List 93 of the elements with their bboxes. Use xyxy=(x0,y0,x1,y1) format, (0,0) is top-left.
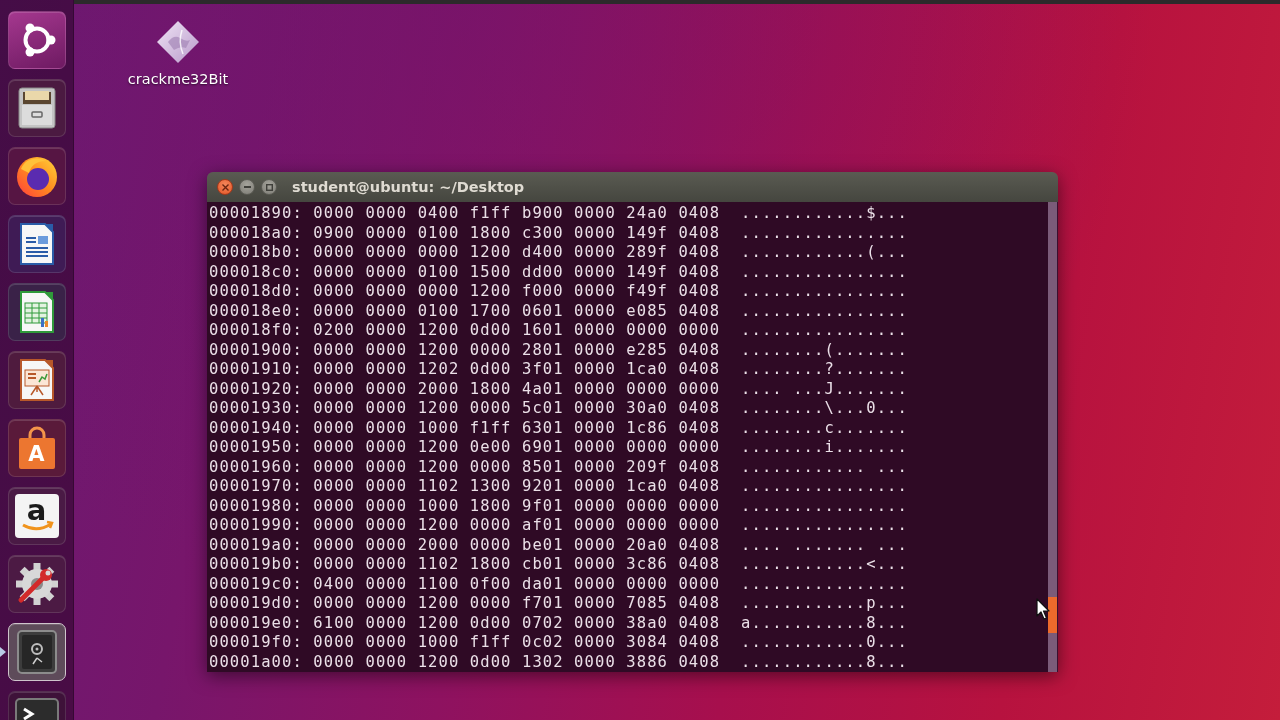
ascii-text: ............$... xyxy=(741,204,908,223)
hex-offset: 00001a00: xyxy=(209,652,303,671)
hex-offset: 00001960: xyxy=(209,457,303,476)
hex-bytes: 6100 0000 1200 0d00 0702 0000 38a0 0408 xyxy=(313,613,721,632)
hex-bytes: 0000 0000 1000 f1ff 6301 0000 1c86 0408 xyxy=(313,418,721,437)
hex-bytes: 0000 0000 1200 0000 f701 0000 7085 0408 xyxy=(313,594,721,613)
ascii-text: ........?....... xyxy=(741,360,908,379)
hex-bytes: 0000 0000 0000 1200 f000 0000 f49f 0408 xyxy=(313,282,721,301)
hex-bytes: 0000 0000 1102 1300 9201 0000 1ca0 0408 xyxy=(313,477,721,496)
hex-offset: 000018a0: xyxy=(209,223,303,242)
ascii-text: ................ xyxy=(741,282,908,301)
hex-bytes: 0000 0000 1200 0000 5c01 0000 30a0 0408 xyxy=(313,399,721,418)
close-icon xyxy=(221,183,229,191)
hex-offset: 000019d0: xyxy=(209,594,303,613)
ascii-text: a...........8... xyxy=(741,613,908,632)
ascii-text: ............(... xyxy=(741,243,908,262)
hex-bytes: 0000 0000 0400 f1ff b900 0000 24a0 0408 xyxy=(313,204,721,223)
hex-bytes: 0000 0000 1202 0d00 3f01 0000 1ca0 0408 xyxy=(313,360,721,379)
hex-offset: 000019e0: xyxy=(209,613,303,632)
ascii-text: ................ xyxy=(741,301,908,320)
ascii-text: .... ...J....... xyxy=(741,379,908,398)
hex-bytes: 0000 0000 1200 0e00 6901 0000 0000 0000 xyxy=(313,438,721,457)
hex-bytes: 0000 0000 0100 1500 dd00 0000 149f 0408 xyxy=(313,262,721,281)
ascii-text: ................ xyxy=(741,574,908,593)
launcher-item[interactable]: a xyxy=(7,487,66,545)
hex-offset: 00001890: xyxy=(209,204,303,223)
text-document-icon xyxy=(18,222,55,266)
minimize-icon xyxy=(243,186,251,188)
hex-bytes: 0200 0000 1200 0d00 1601 0000 0000 0000 xyxy=(313,321,721,340)
mouse-pointer-icon xyxy=(1036,598,1050,620)
hex-bytes: 0900 0000 0100 1800 c300 0000 149f 0408 xyxy=(313,223,721,242)
ascii-text: ............p... xyxy=(741,594,908,613)
launcher-item[interactable] xyxy=(7,623,66,681)
hex-bytes: 0000 0000 1000 f1ff 0c02 0000 3084 0408 xyxy=(313,633,721,652)
hex-bytes: 0000 0000 0000 1200 d400 0000 289f 0408 xyxy=(313,243,721,262)
hex-bytes: 0000 0000 1200 0000 8501 0000 209f 0408 xyxy=(313,457,721,476)
maximize-icon xyxy=(265,183,273,191)
ascii-text: ................ xyxy=(741,262,908,281)
hex-offset: 000018c0: xyxy=(209,262,303,281)
ascii-text: ................ xyxy=(741,516,908,535)
hex-offset: 000018e0: xyxy=(209,301,303,320)
minimize-button[interactable] xyxy=(239,179,255,195)
hex-bytes: 0000 0000 0100 1700 0601 0000 e085 0408 xyxy=(313,301,721,320)
gear-wrench-icon xyxy=(14,562,59,606)
hex-offset: 000018b0: xyxy=(209,243,303,262)
hex-bytes: 0000 0000 1200 0000 af01 0000 0000 0000 xyxy=(313,516,721,535)
ascii-text: ............8... xyxy=(741,652,908,671)
ascii-text: ........\...0... xyxy=(741,399,908,418)
ascii-text: .... ....... ... xyxy=(741,535,908,554)
hex-offset: 00001910: xyxy=(209,360,303,379)
spreadsheet-icon xyxy=(18,290,55,334)
hex-bytes: 0000 0000 2000 1800 4a01 0000 0000 0000 xyxy=(313,379,721,398)
ascii-text: ................ xyxy=(741,223,908,242)
ascii-text: ................ xyxy=(741,321,908,340)
hex-offset: 000019c0: xyxy=(209,574,303,593)
desktop-shortcut[interactable]: crackme32Bit xyxy=(118,20,238,88)
ascii-text: ............0... xyxy=(741,633,908,652)
hex-bytes: 0000 0000 2000 0000 be01 0000 20a0 0408 xyxy=(313,535,721,554)
diamond-file-icon xyxy=(156,20,200,64)
hex-bytes: 0000 0000 1200 0d00 1302 0000 3886 0408 xyxy=(313,652,721,671)
hex-offset: 00001920: xyxy=(209,379,303,398)
safe-icon xyxy=(16,630,57,674)
maximize-button[interactable] xyxy=(261,179,277,195)
ascii-text: ............ ... xyxy=(741,457,908,476)
hex-offset: 00001990: xyxy=(209,516,303,535)
hex-offset: 000018d0: xyxy=(209,282,303,301)
ascii-text: ........i....... xyxy=(741,438,908,457)
ascii-text: ............<... xyxy=(741,555,908,574)
hex-offset: 000019f0: xyxy=(209,633,303,652)
hex-bytes: 0000 0000 1000 1800 9f01 0000 0000 0000 xyxy=(313,496,721,515)
ascii-text: ........c....... xyxy=(741,418,908,437)
presentation-icon xyxy=(18,358,55,402)
flame-globe-icon xyxy=(14,154,59,198)
hex-bytes: 0000 0000 1102 1800 cb01 0000 3c86 0408 xyxy=(313,555,721,574)
window-title: student@ubuntu: ~/Desktop xyxy=(292,179,525,195)
scrollbar-thumb[interactable] xyxy=(1048,597,1057,633)
hex-offset: 00001940: xyxy=(209,418,303,437)
hex-offset: 000019a0: xyxy=(209,535,303,554)
hex-bytes: 0400 0000 1100 0f00 da01 0000 0000 0000 xyxy=(313,574,721,593)
ascii-text: ................ xyxy=(741,477,908,496)
ascii-text: ........(....... xyxy=(741,340,908,359)
hex-offset: 00001950: xyxy=(209,438,303,457)
hex-bytes: 0000 0000 1200 0000 2801 0000 e285 0408 xyxy=(313,340,721,359)
hex-offset: 000018f0: xyxy=(209,321,303,340)
hex-offset: 00001900: xyxy=(209,340,303,359)
hex-offset: 00001980: xyxy=(209,496,303,515)
hex-offset: 00001970: xyxy=(209,477,303,496)
shopping-bag-icon xyxy=(16,426,57,470)
hex-offset: 00001930: xyxy=(209,399,303,418)
hex-offset: 000019b0: xyxy=(209,555,303,574)
file-cabinet-icon xyxy=(16,86,57,130)
ascii-text: ................ xyxy=(741,496,908,515)
close-button[interactable] xyxy=(217,179,233,195)
